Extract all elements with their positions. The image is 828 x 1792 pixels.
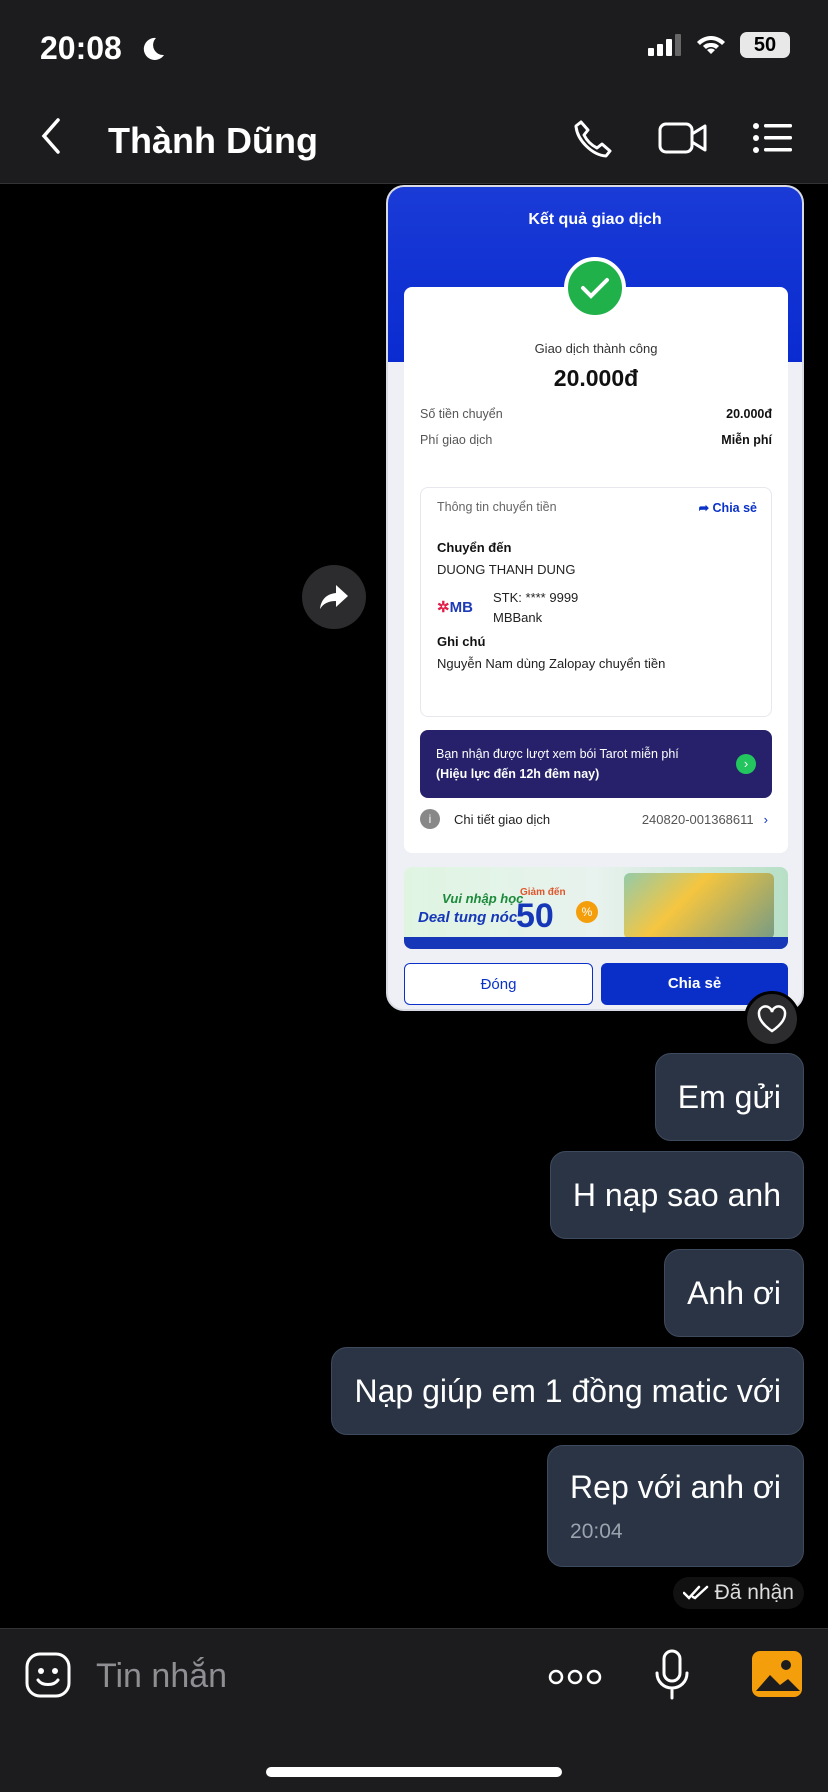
status-bar: 20:08 50: [0, 0, 828, 92]
message-bubble[interactable]: Anh ơi: [664, 1249, 804, 1337]
status-indicators: 50: [648, 32, 790, 58]
phone-call-icon[interactable]: [572, 118, 614, 160]
battery-level: 50: [740, 32, 790, 58]
double-check-icon: [682, 1585, 708, 1600]
note-label: Ghi chú: [437, 634, 486, 649]
banner-line-2: (Hiệu lực đến 12h đêm nay): [436, 767, 600, 781]
message-list[interactable]: Kết quả giao dịch Giao dịch thành công 2…: [0, 185, 828, 1627]
banner-arrow-icon: ›: [736, 754, 756, 774]
fee-label: Phí giao dịch: [420, 433, 493, 447]
note-text: Nguyễn Nam dùng Zalopay chuyển tiền: [437, 656, 666, 671]
transaction-amount: 20.000đ: [553, 365, 639, 391]
contact-name[interactable]: Thành Dũng: [108, 120, 318, 162]
chevron-right-icon: ›: [763, 811, 768, 827]
sticker-emoji-icon[interactable]: [24, 1651, 72, 1699]
transaction-detail-row: i Chi tiết giao dịch 240820-001368611 ›: [420, 809, 768, 829]
fee-value: Miễn phí: [721, 433, 772, 447]
home-indicator: [266, 1767, 562, 1777]
message-text: Em gửi: [677, 1078, 781, 1115]
fee-row: Phí giao dịch Miễn phí: [420, 433, 772, 447]
transaction-id: 240820-001368611: [641, 811, 754, 827]
success-check-icon: [564, 257, 626, 319]
recipient-account: STK: **** 9999 MBBank: [493, 588, 578, 628]
message-text: Anh ơi: [687, 1274, 781, 1311]
message-bubble[interactable]: H nạp sao anh: [549, 1151, 804, 1239]
banner-line-1: Bạn nhận được lượt xem bói Tarot miễn ph…: [436, 747, 679, 761]
message-time: 20:04: [570, 1519, 623, 1543]
share-link: ➦ Chia sẻ: [698, 501, 757, 515]
message-bubble[interactable]: Em gửi: [654, 1053, 804, 1141]
video-call-icon[interactable]: [658, 118, 708, 158]
photo-gallery-icon[interactable]: [752, 1651, 802, 1697]
receipt-buttons: Đóng Chia sẻ: [404, 963, 788, 1005]
account-number: STK: **** 9999: [493, 590, 579, 605]
mb-bank-logo: ✲MB: [437, 599, 473, 616]
transfer-info-header: Thông tin chuyển tiền: [437, 500, 557, 514]
receipt-card: Giao dịch thành công 20.000đ Số tiền chu…: [404, 287, 788, 853]
message-bubble[interactable]: Rep với anh ơi 20:04: [547, 1445, 804, 1567]
status-time: 20:08: [40, 30, 122, 66]
message-bubble[interactable]: Nạp giúp em 1 đồng matic với: [331, 1347, 804, 1435]
promo-percent-sign: %: [576, 901, 598, 923]
amount-value: 20.000đ: [726, 407, 772, 421]
transfer-info-box: Thông tin chuyển tiền ➦ Chia sẻ Chuyển đ…: [420, 487, 772, 717]
promo-percent: 50: [516, 897, 554, 935]
delivery-status: Đã nhận: [672, 1577, 804, 1609]
forward-button[interactable]: [302, 565, 366, 629]
receipt-close-button: Đóng: [404, 963, 593, 1005]
amount-label: Số tiền chuyển: [420, 407, 503, 421]
back-chevron-icon[interactable]: [40, 116, 62, 156]
promo-small-text: Vui nhập học: [442, 891, 524, 906]
moon-icon: [143, 37, 164, 60]
amount-row: Số tiền chuyển 20.000đ: [420, 407, 772, 421]
message-input[interactable]: Tin nhắn: [96, 1657, 227, 1696]
promo-strip: [404, 937, 788, 949]
chat-header: Thành Dũng: [0, 92, 828, 184]
recipient-name: DUONG THANH DUNG: [437, 562, 576, 577]
bank-name: MBBank: [493, 610, 543, 625]
promo-artwork: [624, 873, 774, 939]
composer: Tin nhắn: [0, 1628, 828, 1792]
promo-big-text: Deal tung nóc: [418, 909, 518, 926]
microphone-icon[interactable]: [654, 1649, 690, 1701]
message-text: H nạp sao anh: [572, 1176, 781, 1213]
message-text: Rep với anh ơi: [570, 1468, 781, 1505]
transaction-status: Giao dịch thành công: [534, 341, 658, 356]
wifi-icon: [697, 36, 725, 54]
delivery-status-text: Đã nhận: [714, 1581, 794, 1604]
forward-arrow-icon: [320, 585, 348, 609]
info-icon: i: [420, 809, 440, 829]
message-text: Nạp giúp em 1 đồng matic với: [354, 1372, 781, 1409]
transaction-receipt-image[interactable]: Kết quả giao dịch Giao dịch thành công 2…: [386, 185, 804, 1011]
receipt-title: Kết quả giao dịch: [528, 211, 662, 228]
detail-label: Chi tiết giao dịch: [454, 811, 551, 827]
more-options-icon[interactable]: [548, 1669, 602, 1685]
menu-list-icon[interactable]: [752, 118, 794, 158]
header-actions: [572, 118, 794, 160]
heart-icon: [757, 1005, 787, 1033]
react-button[interactable]: [744, 991, 800, 1047]
tarot-banner: Bạn nhận được lượt xem bói Tarot miễn ph…: [420, 730, 772, 798]
promo-banner: Vui nhập học Deal tung nóc Giảm đến 50 %: [404, 867, 788, 949]
signal-icon: [648, 34, 681, 56]
recipient-label: Chuyển đến: [437, 540, 512, 555]
